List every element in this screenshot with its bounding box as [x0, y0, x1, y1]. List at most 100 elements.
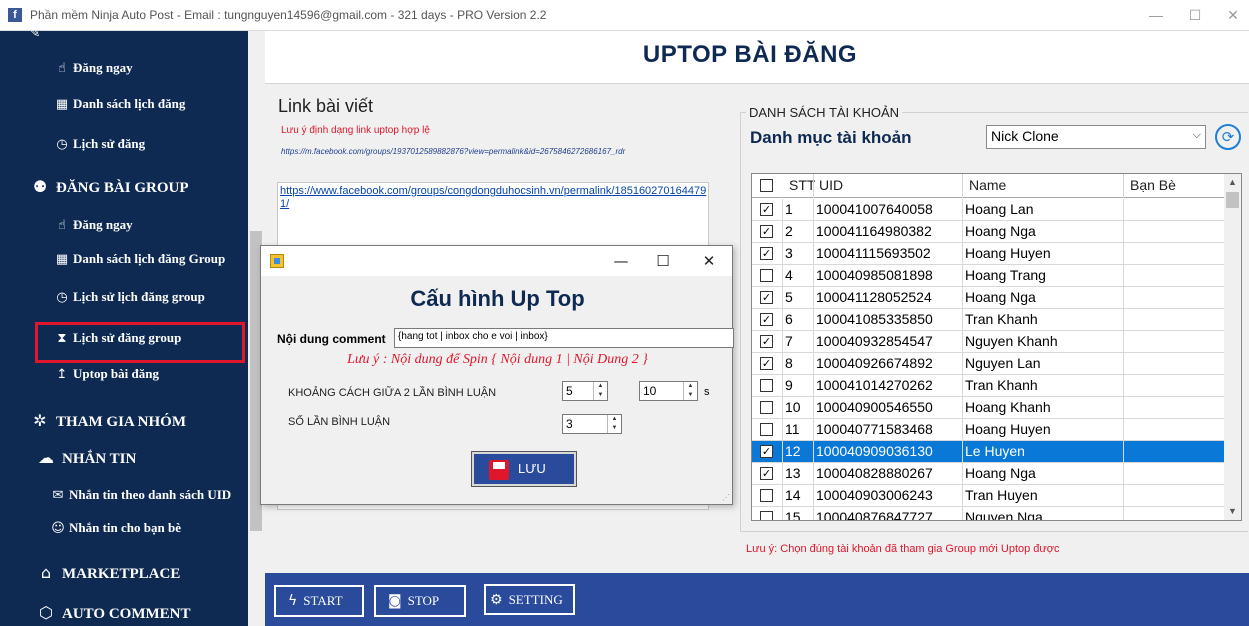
sidebar-item-label: Đăng ngay	[73, 217, 133, 232]
row-checkbox[interactable]	[760, 401, 773, 414]
table-row[interactable]: ✓ 7 100040932854547 Nguyen Khanh	[752, 331, 1224, 353]
column-header-name[interactable]: Name	[969, 177, 1006, 193]
row-checkbox[interactable]: ✓	[760, 335, 773, 348]
cell-divider	[782, 265, 783, 287]
sidebar-section-tham-gia-nhom[interactable]: ✲ THAM GIA NHÓM	[28, 411, 186, 431]
stop-button[interactable]: ◙ STOP	[374, 585, 466, 617]
row-checkbox[interactable]: ✓	[760, 225, 773, 238]
scroll-up-icon[interactable]: ▲	[1224, 174, 1241, 191]
sidebar-item-label: Uptop bài đăng	[73, 366, 159, 381]
table-cell-name: Hoang Trang	[965, 267, 1046, 283]
interval-from-stepper[interactable]: 5 ▲ ▼	[562, 381, 608, 401]
table-row[interactable]: ✓ 12 100040909036130 Le Huyen	[752, 441, 1224, 463]
cell-divider	[962, 419, 963, 441]
row-checkbox[interactable]	[760, 511, 773, 520]
table-row[interactable]: 4 100040985081898 Hoang Trang	[752, 265, 1224, 287]
column-header-uid[interactable]: UID	[819, 177, 843, 193]
table-row[interactable]: ✓ 5 100041128052524 Hoang Nga	[752, 287, 1224, 309]
sidebar-item-dang-ngay[interactable]: ☝ Đăng ngay	[54, 60, 133, 76]
sidebar-item-nhan-tin-ban-be[interactable]: ☺ Nhắn tin cho bạn bè	[50, 520, 181, 536]
stepper-arrows-icon[interactable]: ▲ ▼	[593, 382, 607, 400]
minimize-button[interactable]: —	[1145, 4, 1167, 26]
row-checkbox[interactable]: ✓	[760, 467, 773, 480]
table-row[interactable]: 9 100041014270262 Tran Khanh	[752, 375, 1224, 397]
accounts-table[interactable]: STT UID Name Bạn Bè ✓ 1 100041007640058 Hoa…	[751, 173, 1242, 521]
highlight-box	[35, 322, 245, 363]
table-row[interactable]: ✓ 8 100040926674892 Nguyen Lan	[752, 353, 1224, 375]
stepper-arrows-icon[interactable]: ▲ ▼	[683, 382, 697, 400]
select-all-checkbox[interactable]	[760, 179, 773, 192]
link-value[interactable]: https://www.facebook.com/groups/congdong…	[280, 185, 708, 211]
sidebar-section-label: NHẮN TIN	[62, 451, 137, 467]
sidebar-section-marketplace[interactable]: ⌂ MARKETPLACE	[34, 563, 180, 583]
cell-divider	[962, 441, 963, 463]
table-cell-name: Tran Khanh	[965, 377, 1038, 393]
cell-divider	[1123, 441, 1124, 463]
row-checkbox[interactable]: ✓	[760, 203, 773, 216]
interval-to-stepper[interactable]: 10 ▲ ▼	[639, 381, 698, 401]
sidebar-section-auto-comment[interactable]: ⬡ AUTO COMMENT	[34, 603, 190, 623]
table-row[interactable]: 11 100040771583468 Hoang Huyen	[752, 419, 1224, 441]
start-button[interactable]: ϟ START	[274, 585, 364, 617]
row-checkbox[interactable]	[760, 269, 773, 282]
table-row[interactable]: 14 100040903006243 Tran Huyen	[752, 485, 1224, 507]
save-label: LƯU	[518, 461, 546, 476]
row-checkbox[interactable]	[760, 379, 773, 392]
sidebar-item-lich-su-dang[interactable]: ◷ Lịch sử đăng	[54, 136, 145, 152]
cell-divider	[813, 243, 814, 265]
maximize-button[interactable]: ☐	[1184, 4, 1206, 26]
table-cell-name: Nguyen Lan	[965, 355, 1041, 371]
row-checkbox[interactable]: ✓	[760, 445, 773, 458]
scrollbar-thumb[interactable]	[1226, 192, 1239, 208]
cell-divider	[782, 507, 783, 520]
dialog-minimize-button[interactable]: —	[606, 250, 636, 272]
cell-divider	[782, 397, 783, 419]
row-checkbox[interactable]: ✓	[760, 291, 773, 304]
save-button[interactable]: LƯU	[471, 451, 577, 487]
table-row[interactable]: ✓ 2 100041164980382 Hoang Nga	[752, 221, 1224, 243]
row-checkbox[interactable]: ✓	[760, 313, 773, 326]
cell-divider	[962, 309, 963, 331]
cell-divider	[1123, 485, 1124, 507]
table-cell-name: Hoang Nga	[965, 289, 1036, 305]
sidebar-item-lich-su-lich-dang-group[interactable]: ◷ Lịch sử lịch đăng group	[54, 289, 205, 305]
table-row[interactable]: 10 100040900546550 Hoang Khanh	[752, 397, 1224, 419]
sidebar-icon-top: ✎	[27, 31, 46, 41]
hand-pointer-icon: ☝	[58, 218, 66, 233]
dialog-maximize-button[interactable]: ☐	[648, 250, 678, 272]
dialog-close-button[interactable]: ✕	[694, 250, 724, 272]
sidebar-section-dang-bai-group[interactable]: ⚉ ĐĂNG BÀI GROUP	[28, 177, 189, 197]
resize-grip-icon[interactable]: ⋰	[722, 493, 730, 502]
row-checkbox[interactable]: ✓	[760, 247, 773, 260]
row-checkbox[interactable]	[760, 489, 773, 502]
table-row[interactable]: ✓ 6 100041085335850 Tran Khanh	[752, 309, 1224, 331]
column-header-friends[interactable]: Bạn Bè	[1130, 177, 1176, 193]
setting-button[interactable]: ⚙ SETTING	[484, 584, 575, 615]
sidebar-item-danh-sach-lich-dang[interactable]: ▦ Danh sách lịch đăng	[54, 96, 186, 112]
clock-icon: ◷	[56, 290, 68, 305]
table-row[interactable]: ✓ 13 100040828880267 Hoang Nga	[752, 463, 1224, 485]
sidebar-item-dang-ngay-group[interactable]: ☝ Đăng ngay	[54, 217, 133, 233]
sidebar-item-uptop-bai-dang[interactable]: ↥ Uptop bài đăng	[54, 366, 159, 382]
comment-input[interactable]: {hang tot | inbox cho e voi | inbox}	[394, 328, 734, 348]
sidebar-item-danh-sach-lich-dang-group[interactable]: ▦ Danh sách lịch đăng Group	[54, 251, 225, 267]
count-stepper[interactable]: 3 ▲ ▼	[562, 414, 622, 434]
row-checkbox[interactable]: ✓	[760, 357, 773, 370]
column-header-stt[interactable]: STT	[789, 177, 815, 193]
table-cell-stt: 5	[785, 289, 793, 305]
category-select[interactable]: Nick Clone ⌵	[986, 125, 1206, 149]
table-row[interactable]: 15 100040876847727 Nguyen Nga	[752, 507, 1224, 520]
table-scrollbar[interactable]: ▲ ▼	[1224, 174, 1241, 520]
table-row[interactable]: ✓ 1 100041007640058 Hoang Lan	[752, 199, 1224, 221]
scroll-down-icon[interactable]: ▼	[1224, 503, 1241, 520]
close-button[interactable]: ✕	[1222, 4, 1244, 26]
table-row[interactable]: ✓ 3 100041115693502 Hoang Huyen	[752, 243, 1224, 265]
sidebar-section-nhan-tin[interactable]: ☁ NHẮN TIN	[34, 448, 136, 468]
cell-divider	[962, 463, 963, 485]
sidebar-item-nhan-tin-uid[interactable]: ✉ Nhắn tin theo danh sách UID	[50, 487, 232, 503]
row-checkbox[interactable]	[760, 423, 773, 436]
cell-divider	[813, 375, 814, 397]
stepper-arrows-icon[interactable]: ▲ ▼	[607, 415, 621, 433]
refresh-icon[interactable]: ⟳	[1215, 124, 1241, 150]
cell-divider	[962, 375, 963, 397]
